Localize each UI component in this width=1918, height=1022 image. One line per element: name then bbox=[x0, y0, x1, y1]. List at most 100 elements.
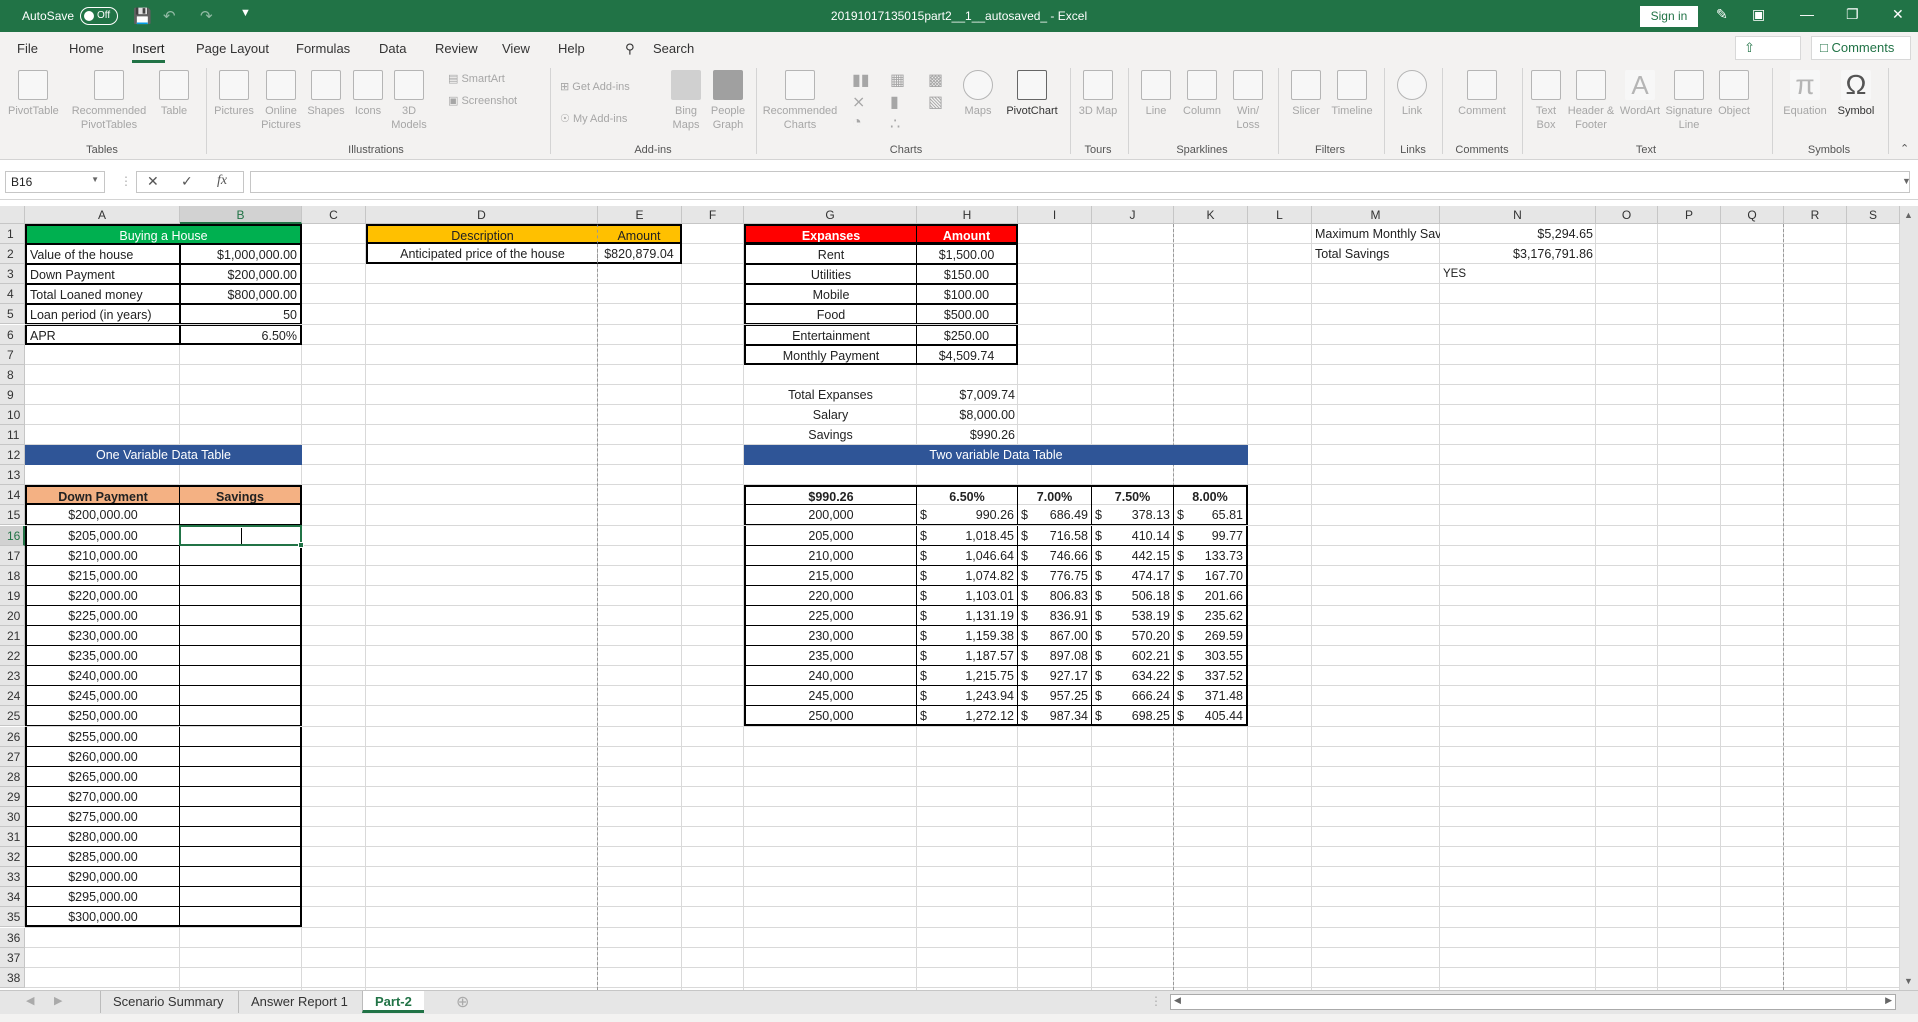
column-header-d[interactable]: D bbox=[366, 206, 598, 224]
down-payment-value[interactable]: $295,000.00 bbox=[25, 887, 180, 908]
tab-splitter-icon[interactable]: ⋮ bbox=[1150, 994, 1162, 1008]
two-var-down-payment[interactable]: 205,000 bbox=[744, 525, 917, 546]
people-graph-button[interactable]: People Graph bbox=[708, 70, 748, 132]
two-var-down-payment[interactable]: 230,000 bbox=[744, 626, 917, 646]
two-var-value[interactable]: $1,243.94 bbox=[917, 686, 1018, 707]
sheet-tab-part-2[interactable]: Part-2 bbox=[362, 991, 424, 1013]
row-header-18[interactable]: 18 bbox=[0, 565, 25, 586]
formula-input[interactable] bbox=[250, 171, 1910, 193]
column-header-f[interactable]: F bbox=[682, 206, 744, 224]
summary-label[interactable]: Total Expanses bbox=[744, 385, 917, 405]
buying-house-label[interactable]: Loan period (in years) bbox=[25, 304, 180, 325]
two-var-value[interactable]: $1,046.64 bbox=[917, 545, 1018, 566]
comment-button[interactable]: Comment bbox=[1450, 70, 1514, 118]
row-header-15[interactable]: 15 bbox=[0, 505, 25, 526]
row-header-31[interactable]: 31 bbox=[0, 827, 25, 847]
ribbon-display-icon[interactable]: ▣ bbox=[1752, 6, 1765, 23]
column-header-p[interactable]: P bbox=[1658, 206, 1721, 224]
total-savings-label[interactable]: Total Savings bbox=[1312, 244, 1440, 264]
two-var-value[interactable]: $201.66 bbox=[1174, 585, 1248, 606]
savings-cell[interactable] bbox=[180, 605, 302, 626]
tab-help[interactable]: Help bbox=[558, 41, 585, 56]
maps-button[interactable]: Maps bbox=[960, 70, 996, 118]
row-header-4[interactable]: 4 bbox=[0, 284, 25, 305]
row-header-2[interactable]: 2 bbox=[0, 244, 25, 265]
expense-label[interactable]: Food bbox=[744, 304, 917, 325]
column-header-g[interactable]: G bbox=[744, 206, 917, 224]
my-addins-button[interactable]: ☉ My Add-ins bbox=[560, 112, 627, 125]
down-payment-value[interactable]: $275,000.00 bbox=[25, 806, 180, 827]
icons-button[interactable]: Icons bbox=[350, 70, 386, 118]
expense-value[interactable]: $250.00 bbox=[917, 324, 1018, 345]
two-var-value[interactable]: $716.58 bbox=[1018, 525, 1092, 546]
two-var-value[interactable]: $65.81 bbox=[1174, 505, 1248, 526]
two-var-down-payment[interactable]: 245,000 bbox=[744, 686, 917, 707]
two-var-value[interactable]: $1,131.19 bbox=[917, 605, 1018, 626]
down-payment-value[interactable]: $230,000.00 bbox=[25, 626, 180, 646]
summary-value[interactable]: $7,009.74 bbox=[917, 385, 1018, 405]
tab-formulas[interactable]: Formulas bbox=[296, 41, 350, 56]
two-var-value[interactable]: $235.62 bbox=[1174, 605, 1248, 626]
max-monthly-savings-value[interactable]: $5,294.65 bbox=[1440, 224, 1596, 244]
two-var-value[interactable]: $897.08 bbox=[1018, 646, 1092, 667]
row-header-21[interactable]: 21 bbox=[0, 626, 25, 646]
down-payment-value[interactable]: $265,000.00 bbox=[25, 766, 180, 787]
two-var-value[interactable]: $506.18 bbox=[1092, 585, 1174, 606]
table-button[interactable]: Table bbox=[156, 70, 192, 118]
expense-label[interactable]: Monthly Payment bbox=[744, 344, 917, 365]
wordart-button[interactable]: A WordArt bbox=[1618, 70, 1662, 118]
rate-header[interactable]: 7.50% bbox=[1092, 485, 1174, 506]
scroll-right-icon[interactable]: ▶ bbox=[1885, 995, 1892, 1006]
buying-house-value[interactable]: 6.50% bbox=[180, 324, 302, 345]
two-var-down-payment[interactable]: 200,000 bbox=[744, 505, 917, 526]
buying-house-label[interactable]: Value of the house bbox=[25, 244, 180, 265]
symbol-button[interactable]: Ω Symbol bbox=[1834, 70, 1878, 118]
summary-value[interactable]: $990.26 bbox=[917, 425, 1018, 445]
two-var-value[interactable]: $634.22 bbox=[1092, 666, 1174, 687]
signature-line-button[interactable]: Signature Line bbox=[1664, 70, 1714, 132]
fill-handle[interactable] bbox=[298, 541, 304, 548]
column-chart-icon[interactable]: ▮▮ bbox=[852, 70, 870, 90]
row-header-25[interactable]: 25 bbox=[0, 706, 25, 727]
row-header-9[interactable]: 9 bbox=[0, 384, 25, 405]
smartart-button[interactable]: ▤ SmartArt bbox=[448, 72, 505, 85]
savings-flag[interactable]: YES bbox=[1440, 264, 1596, 284]
scroll-up-icon[interactable]: ▲ bbox=[1904, 210, 1913, 220]
row-header-27[interactable]: 27 bbox=[0, 746, 25, 767]
tab-home[interactable]: Home bbox=[69, 41, 104, 56]
scroll-left-icon[interactable]: ◀ bbox=[1174, 995, 1181, 1006]
row-header-6[interactable]: 6 bbox=[0, 324, 25, 345]
column-header-e[interactable]: E bbox=[598, 206, 682, 224]
pivottable-button[interactable]: PivotTable bbox=[8, 70, 59, 118]
timeline-button[interactable]: Timeline bbox=[1328, 70, 1376, 118]
vertical-scrollbar[interactable]: ▲ ▼ bbox=[1900, 206, 1918, 990]
expense-label[interactable]: Utilities bbox=[744, 264, 917, 285]
row-header-11[interactable]: 11 bbox=[0, 425, 25, 445]
description-header[interactable]: Description bbox=[366, 224, 598, 244]
rate-header[interactable]: 6.50% bbox=[917, 485, 1018, 506]
expense-value[interactable]: $150.00 bbox=[917, 264, 1018, 285]
row-header-14[interactable]: 14 bbox=[0, 485, 25, 506]
expense-label[interactable]: Rent bbox=[744, 244, 917, 265]
3d-map-button[interactable]: 3D Map bbox=[1078, 70, 1118, 118]
savings-header[interactable]: Savings bbox=[180, 485, 302, 506]
waterfall-chart-icon[interactable]: ▩ bbox=[928, 70, 943, 90]
line-chart-icon[interactable]: ⨯ bbox=[852, 92, 865, 112]
down-payment-header[interactable]: Down Payment bbox=[25, 485, 180, 506]
select-all-button[interactable] bbox=[0, 206, 25, 224]
two-var-value[interactable]: $806.83 bbox=[1018, 585, 1092, 606]
screenshot-button[interactable]: ▣ Screenshot bbox=[448, 94, 517, 107]
two-var-value[interactable]: $1,187.57 bbox=[917, 646, 1018, 667]
total-savings-value[interactable]: $3,176,791.86 bbox=[1440, 244, 1596, 264]
savings-cell[interactable] bbox=[180, 565, 302, 586]
two-var-value[interactable]: $410.14 bbox=[1092, 525, 1174, 546]
two-var-value[interactable]: $337.52 bbox=[1174, 666, 1248, 687]
pivotchart-button[interactable]: PivotChart bbox=[1000, 70, 1064, 118]
column-header-s[interactable]: S bbox=[1847, 206, 1900, 224]
link-button[interactable]: Link bbox=[1392, 70, 1432, 118]
column-header-a[interactable]: A bbox=[25, 206, 180, 224]
3d-models-button[interactable]: 3D Models bbox=[388, 70, 430, 132]
expense-value[interactable]: $1,500.00 bbox=[917, 244, 1018, 265]
row-header-22[interactable]: 22 bbox=[0, 646, 25, 667]
two-var-down-payment[interactable]: 225,000 bbox=[744, 605, 917, 626]
